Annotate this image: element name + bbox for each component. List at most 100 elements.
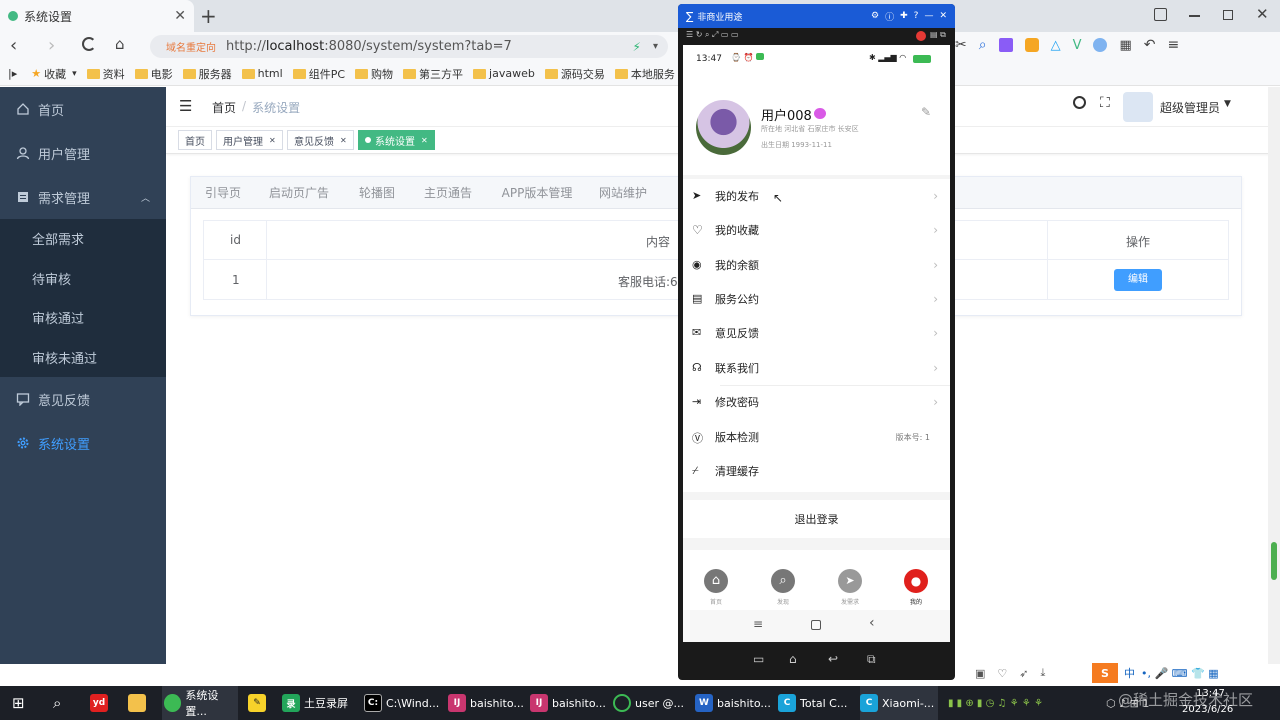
nav-home[interactable]: ⌂ 首页	[703, 569, 729, 607]
tab-app-version[interactable]: APP版本管理	[485, 177, 589, 208]
extra-tools-icons[interactable]: ▤ ⧉	[930, 30, 946, 40]
browser-tab[interactable]: 系统设置 ✕	[0, 0, 194, 32]
triangle-ext-icon[interactable]: △	[1051, 38, 1061, 53]
vue-ext-icon[interactable]: V	[1073, 38, 1082, 53]
mirror-back-icon[interactable]: ↩	[828, 652, 838, 666]
bookmark-item[interactable]: javaweb	[473, 67, 535, 80]
sidebar-item-demands[interactable]: 需求管理 ︿	[0, 175, 166, 219]
menu-clear-cache[interactable]: ⌿ 清理缓存	[683, 454, 950, 488]
menu-favorites[interactable]: ♡ 我的收藏 ›	[683, 213, 950, 247]
home-icon[interactable]: ⌂	[115, 35, 125, 53]
restore-icon[interactable]	[1223, 10, 1233, 20]
file-explorer-icon[interactable]	[128, 686, 150, 720]
tray-icons[interactable]: ▮ ▮ ⊕ ▮ ◷ ♫ ⚘ ⚘ ⚘	[948, 686, 1043, 720]
tag-close-icon[interactable]: ✕	[340, 136, 347, 145]
admin-user-name[interactable]: 超级管理员	[1160, 99, 1220, 116]
nav-discover[interactable]: ⌕ 发现	[770, 569, 796, 607]
tag-users[interactable]: 用户管理 ✕	[216, 130, 283, 150]
windows-start-icon[interactable]: ⊞	[12, 686, 25, 720]
taskbar-app-navicat[interactable]: user @...	[613, 686, 691, 720]
lightning-icon[interactable]: ⚡	[633, 40, 641, 54]
notes-icon[interactable]: ✎	[248, 686, 270, 720]
settings-icon[interactable]: ⚙	[871, 11, 879, 21]
bookmark-item[interactable]: 第三方平	[403, 66, 463, 82]
translate-icon[interactable]	[998, 38, 1013, 52]
help-icon[interactable]: ?	[914, 11, 919, 21]
close-icon[interactable]: ✕	[939, 11, 947, 21]
tag-home[interactable]: 首页	[178, 130, 212, 150]
breadcrumb-home[interactable]: 首页	[212, 99, 236, 116]
taskbar-app-idea-2[interactable]: IJ baishito...	[530, 686, 608, 720]
sidebar-item-approved[interactable]: 审核通过	[0, 298, 166, 338]
taskbar-app-idea-1[interactable]: IJ baishito...	[448, 686, 526, 720]
menu-contact-us[interactable]: ☊ 联系我们 ›	[683, 351, 950, 385]
mirror-recents-icon[interactable]: ⧉	[867, 652, 876, 667]
heart-icon[interactable]: ♡	[997, 667, 1007, 680]
tab-launch-ad[interactable]: 启动页广告	[255, 177, 343, 208]
menu-change-password[interactable]: ⇥ 修改密码 ›	[683, 385, 950, 419]
tab-carousel[interactable]: 轮播图	[343, 177, 411, 208]
pin-icon[interactable]: ✚	[900, 11, 908, 21]
bookmark-item[interactable]: 电影	[134, 66, 173, 82]
menu-my-posts[interactable]: ➤ 我的发布 ›	[683, 179, 950, 213]
new-tab-icon[interactable]: +	[200, 4, 217, 28]
undo-icon[interactable]: ↶	[1144, 37, 1156, 53]
info-icon[interactable]: ⓘ	[885, 10, 894, 23]
bookmark-favorites[interactable]: ★ 收藏 ▾	[31, 66, 76, 82]
user-avatar[interactable]	[696, 100, 751, 155]
scrollbar-thumb[interactable]	[1271, 542, 1277, 580]
address-bar[interactable]: 域名重定向 http://localhost:8080/system/syste…	[150, 35, 668, 58]
menu-balance[interactable]: ◉ 我的余额 ›	[683, 248, 950, 282]
mute-icon[interactable]	[916, 31, 926, 41]
menu-version-check[interactable]: Ⓥ 版本检测 版本号: 1	[683, 420, 950, 454]
download-icon[interactable]: ⤓	[1041, 666, 1046, 680]
sidebar-item-all-demands[interactable]: 全部需求	[0, 219, 166, 259]
shirt-icon[interactable]	[1154, 8, 1167, 21]
tag-settings[interactable]: 系统设置 ✕	[358, 130, 435, 150]
ime-mode[interactable]: 中	[1124, 665, 1135, 681]
forward-icon[interactable]: ›	[48, 35, 55, 56]
sidebar-item-settings[interactable]: 系统设置	[0, 421, 166, 465]
image-icon[interactable]: ▣	[975, 667, 985, 680]
back-icon[interactable]: ‹	[869, 615, 875, 631]
recents-icon[interactable]: ≡	[753, 617, 763, 631]
minimize-icon[interactable]	[1189, 15, 1200, 17]
minimize-icon[interactable]: —	[924, 11, 933, 21]
home-button-icon[interactable]	[811, 620, 821, 630]
mirror-menu-icon[interactable]: ▭	[753, 652, 764, 666]
taskbar-app-total-commander[interactable]: C Total C...	[778, 686, 856, 720]
close-tab-icon[interactable]: ✕	[174, 8, 186, 24]
nav-post-demand[interactable]: ➤ 发需求	[835, 569, 865, 607]
sidebar-item-feedback[interactable]: 意见反馈	[0, 377, 166, 421]
scissors-icon[interactable]: ✂	[955, 37, 967, 53]
tag-close-icon[interactable]: ✕	[269, 136, 276, 145]
mirror-tools-icons[interactable]: ☰ ↻ ⌕ ⤢ ▭ ▭	[686, 30, 739, 40]
sidebar-toggle-icon[interactable]: |▸	[8, 67, 17, 80]
page-scrollbar[interactable]	[1268, 87, 1280, 664]
taskbar-app-recorder[interactable]: 录土豆录屏	[282, 686, 356, 720]
taskbar-app-cmd[interactable]: C: C:\Wind...	[364, 686, 442, 720]
bookmark-item[interactable]: 本地服务	[614, 66, 675, 82]
bookmark-item[interactable]: html	[241, 67, 283, 80]
sogou-icon[interactable]: S	[1092, 663, 1118, 683]
hamburger-icon[interactable]: ☰	[179, 97, 192, 115]
back-icon[interactable]: ‹	[10, 35, 17, 56]
search-icon[interactable]	[1073, 96, 1086, 109]
close-window-icon[interactable]: ✕	[1256, 5, 1269, 23]
logout-button[interactable]: 退出登录	[683, 500, 950, 538]
tab-maintenance[interactable]: 网站维护	[589, 177, 657, 208]
fullscreen-icon[interactable]: ⛶	[1100, 95, 1110, 111]
mirror-home-icon[interactable]: ⌂	[789, 652, 797, 666]
menu-service-terms[interactable]: ▤ 服务公约 ›	[683, 282, 950, 316]
tag-close-icon[interactable]: ✕	[421, 136, 428, 145]
grid-icon[interactable]: ▦	[1119, 38, 1131, 53]
reload-icon[interactable]	[82, 37, 96, 51]
minus-ext-icon[interactable]	[1093, 38, 1108, 52]
tag-feedback[interactable]: 意见反馈 ✕	[287, 130, 354, 150]
bookmark-item[interactable]: 资料	[86, 66, 125, 82]
chevron-down-icon[interactable]: ▾	[653, 41, 658, 52]
edit-button[interactable]: 编辑	[1114, 269, 1162, 291]
search-icon[interactable]: ⌕	[53, 686, 61, 720]
edit-profile-icon[interactable]: ✎	[921, 105, 931, 119]
bookmark-item[interactable]: 组件PC	[292, 66, 345, 82]
